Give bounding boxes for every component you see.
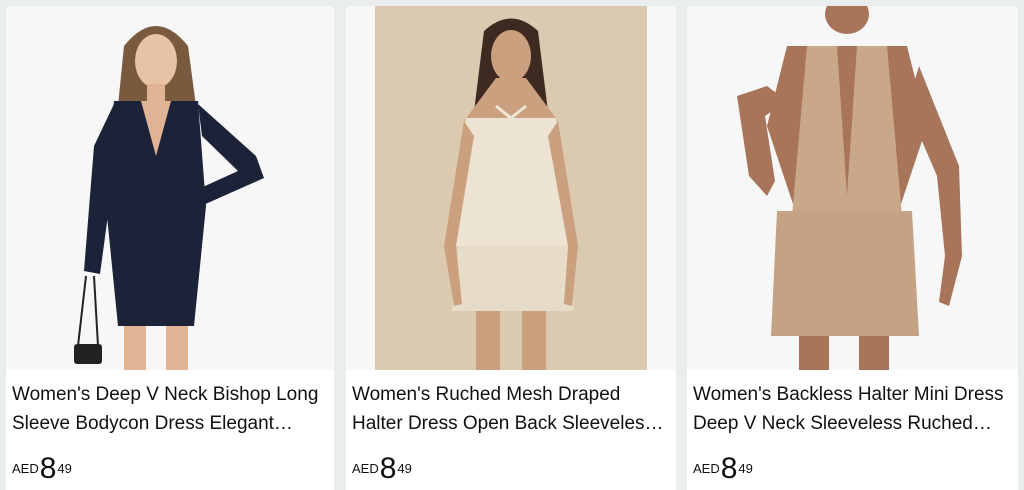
price-whole: 8	[39, 452, 57, 485]
product-photo-illustration	[6, 6, 334, 370]
price-fraction: 49	[397, 461, 412, 476]
price-whole: 8	[720, 452, 738, 485]
product-price[interactable]: AED 8 49	[693, 452, 753, 486]
product-card: Women's Backless Halter Mini Dress Deep …	[687, 6, 1018, 490]
product-photo-illustration	[687, 6, 1018, 370]
price-whole: 8	[379, 452, 397, 485]
product-price[interactable]: AED 8 49	[12, 452, 72, 486]
product-image[interactable]	[6, 6, 334, 370]
price-currency: AED	[12, 461, 39, 476]
product-price[interactable]: AED 8 49	[352, 452, 412, 486]
product-title[interactable]: Women's Backless Halter Mini Dress Deep …	[693, 380, 1008, 438]
product-title[interactable]: Women's Ruched Mesh Draped Halter Dress …	[352, 380, 666, 438]
product-image[interactable]	[346, 6, 676, 370]
product-card: Women's Ruched Mesh Draped Halter Dress …	[346, 6, 676, 490]
product-card: Women's Deep V Neck Bishop Long Sleeve B…	[6, 6, 334, 490]
price-fraction: 49	[57, 461, 72, 476]
price-currency: AED	[352, 461, 379, 476]
product-grid: Women's Deep V Neck Bishop Long Sleeve B…	[0, 0, 1024, 490]
price-currency: AED	[693, 461, 720, 476]
product-title[interactable]: Women's Deep V Neck Bishop Long Sleeve B…	[12, 380, 324, 438]
price-fraction: 49	[738, 461, 753, 476]
product-image[interactable]	[687, 6, 1018, 370]
product-photo-illustration	[346, 6, 676, 370]
